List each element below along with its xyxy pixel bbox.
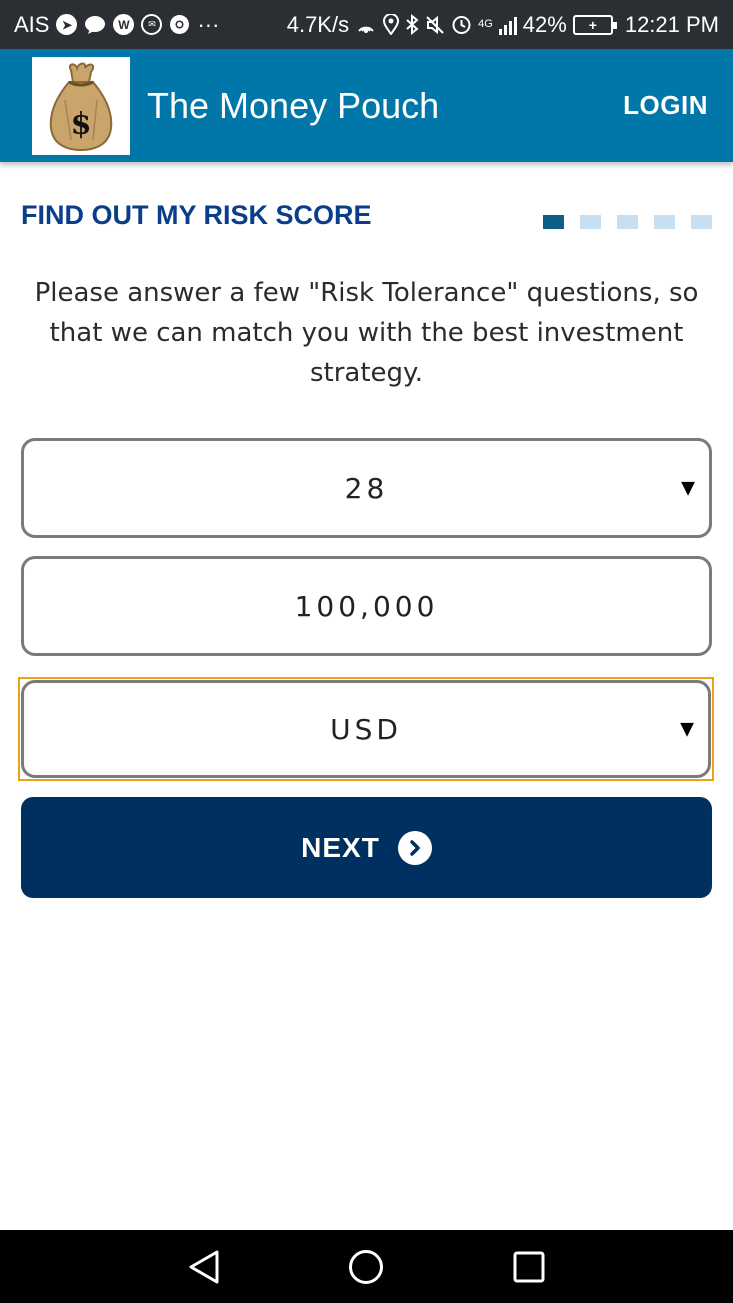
home-icon[interactable]	[347, 1248, 385, 1286]
alarm-icon	[451, 14, 472, 35]
status-bar: AIS ➤ W ✉ ··· 4.7K/s 4G 42% + 12:21 PM	[0, 0, 733, 49]
chrome-icon	[169, 14, 190, 35]
signal-icon	[498, 15, 517, 35]
money-bag-icon: $	[32, 57, 130, 155]
progress-step-4	[654, 215, 675, 229]
mute-icon	[425, 15, 445, 35]
back-icon[interactable]	[185, 1248, 223, 1286]
age-select[interactable]: 28 ▼	[21, 438, 712, 538]
next-button-label: NEXT	[301, 831, 380, 863]
dropdown-arrow-icon: ▼	[681, 477, 695, 499]
login-button[interactable]: LOGIN	[623, 49, 708, 162]
telegram-icon: ➤	[56, 14, 78, 35]
dropdown-arrow-icon: ▼	[680, 718, 694, 740]
recents-icon[interactable]	[510, 1248, 548, 1286]
whatsapp-icon: W	[113, 14, 135, 35]
page-title: FIND OUT MY RISK SCORE	[21, 200, 372, 230]
mail-icon: ✉	[141, 14, 163, 35]
battery-icon: +	[572, 14, 617, 35]
location-icon	[383, 14, 400, 35]
app-header: $ The Money Pouch LOGIN	[0, 49, 733, 162]
progress-step-1	[543, 215, 564, 229]
carrier-label: AIS	[14, 11, 50, 37]
amount-value: 100,000	[294, 589, 439, 623]
step-progress-indicator	[543, 215, 712, 229]
progress-step-5	[691, 215, 712, 229]
progress-step-2	[580, 215, 601, 229]
navigation-bar	[0, 1230, 733, 1303]
app-title: The Money Pouch	[147, 84, 440, 126]
network-type: 4G	[478, 18, 493, 30]
battery-percent: 42%	[522, 11, 567, 37]
investment-amount-input[interactable]: 100,000	[21, 556, 712, 656]
hotspot-icon	[355, 15, 377, 35]
currency-select-focus-ring: USD ▼	[18, 677, 714, 781]
next-button[interactable]: NEXT	[21, 797, 712, 898]
currency-select[interactable]: USD ▼	[21, 680, 711, 778]
progress-step-3	[617, 215, 638, 229]
clock: 12:21 PM	[624, 11, 719, 37]
age-value: 28	[344, 471, 389, 505]
net-speed: 4.7K/s	[286, 11, 350, 37]
more-notifications: ···	[197, 11, 220, 37]
svg-text:$: $	[71, 107, 92, 142]
bluetooth-icon	[405, 14, 419, 35]
intro-text: Please answer a few "Risk Tolerance" que…	[34, 278, 699, 388]
currency-value: USD	[330, 712, 402, 746]
chevron-right-circle-icon	[397, 830, 432, 865]
messenger-icon	[84, 15, 106, 35]
